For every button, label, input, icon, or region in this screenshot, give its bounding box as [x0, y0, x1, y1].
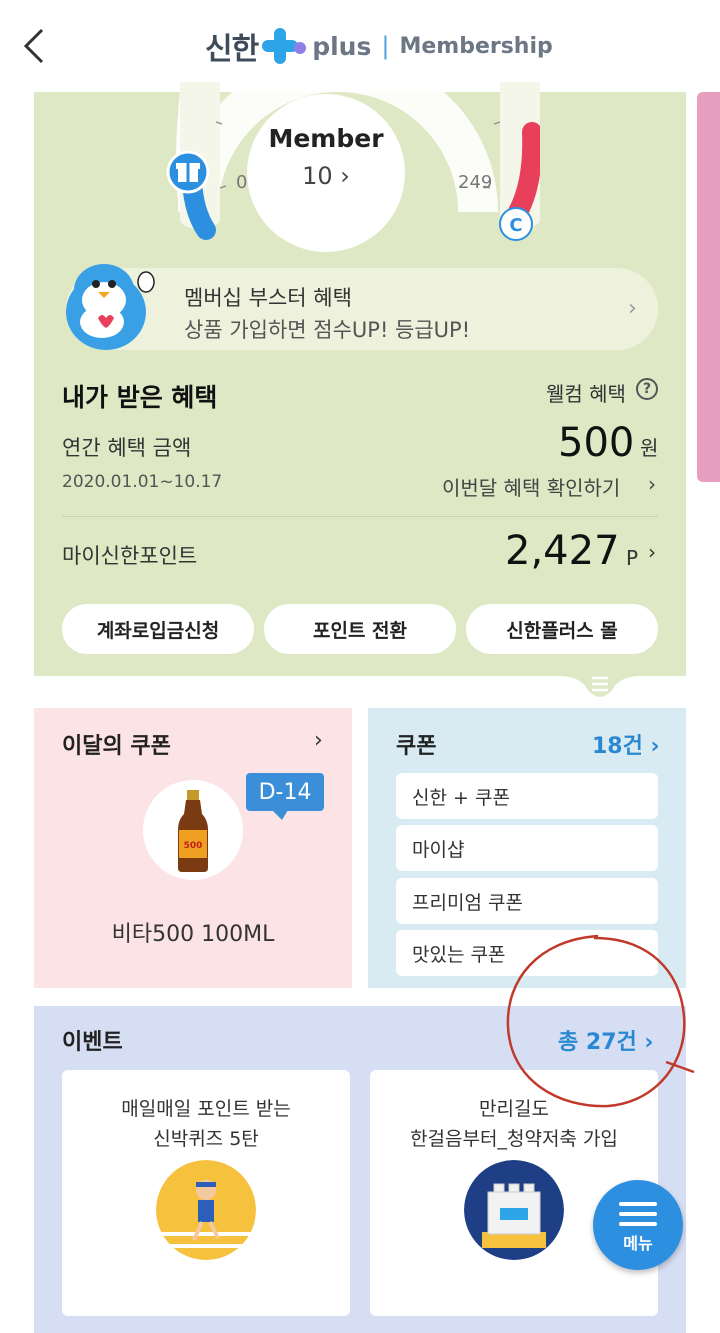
penguin-mascot-icon — [66, 264, 155, 350]
hamburger-icon — [619, 1202, 657, 1232]
annual-benefit-unit: 원 — [640, 436, 659, 460]
deposit-request-button[interactable]: 계좌로입금신청 — [62, 604, 254, 654]
event-card-text: 매일매일 포인트 받는 신박퀴즈 5탄 — [62, 1094, 350, 1154]
booster-title: 멤버십 부스터 혜택 — [184, 286, 352, 310]
plus-logo-icon — [262, 28, 307, 64]
benefit-date-range: 2020.01.01~10.17 — [62, 472, 223, 492]
brand-divider: | — [381, 32, 390, 60]
point-unit: P — [626, 546, 639, 570]
badge-tail — [272, 810, 288, 820]
side-banner-peek[interactable] — [697, 92, 720, 482]
welcome-benefit-link[interactable]: 웰컴 혜택 — [546, 378, 626, 407]
annual-benefit-label: 연간 혜택 금액 — [62, 436, 192, 460]
point-label: 마이신한포인트 — [62, 544, 198, 568]
coupon-item[interactable]: 맛있는 쿠폰 — [396, 930, 658, 976]
event-count-link[interactable]: 총 27건 › — [558, 1024, 653, 1056]
gauge-min-label: 0 — [236, 172, 248, 193]
annual-benefit-value: 500 — [558, 420, 635, 466]
month-coupon-title: 이달의 쿠폰 — [62, 734, 171, 759]
brand-logo: 신한 plus | Membership — [205, 24, 553, 68]
savings-block-icon — [464, 1160, 564, 1260]
help-icon[interactable]: ? — [636, 378, 658, 400]
event-card-text: 만리길도 한걸음부터_청약저축 가입 — [370, 1094, 658, 1154]
coupon-count-link[interactable]: 18건 › — [592, 728, 660, 760]
vita500-bottle-icon: 500 — [178, 790, 208, 872]
quiz-runner-icon — [156, 1160, 256, 1260]
back-arrow-icon[interactable] — [18, 26, 54, 66]
svg-text:C: C — [509, 215, 522, 236]
chevron-right-icon[interactable]: › — [628, 296, 637, 321]
menu-label: 메뉴 — [623, 1234, 653, 1253]
d-day-badge: D-14 — [246, 773, 324, 811]
shinhan-plus-mall-button[interactable]: 신한플러스 몰 — [466, 604, 658, 654]
coupon-item[interactable]: 신한 + 쿠폰 — [396, 773, 658, 819]
brand-name: 신한 — [205, 32, 259, 67]
booster-subtitle: 상품 가입하면 점수UP! 등급UP! — [184, 318, 471, 342]
grade-c-icon: C — [499, 207, 533, 241]
divider — [62, 516, 658, 517]
month-benefit-link[interactable]: 이번달 혜택 확인하기 — [442, 472, 620, 501]
event-card-line: 신박퀴즈 5탄 — [153, 1128, 259, 1150]
coupon-item[interactable]: 마이샵 — [396, 825, 658, 871]
event-title: 이벤트 — [62, 1030, 123, 1055]
svg-text:500: 500 — [184, 841, 203, 851]
brand-membership: Membership — [399, 33, 553, 59]
menu-button[interactable]: 메뉴 — [593, 1180, 683, 1270]
grade-name: Member — [268, 124, 384, 153]
event-card-line: 만리길도 — [479, 1098, 549, 1120]
event-card-line: 매일매일 포인트 받는 — [121, 1098, 291, 1120]
coupon-item[interactable]: 프리미엄 쿠폰 — [396, 878, 658, 924]
gauge-max-label: 249 — [458, 172, 493, 193]
grade-score[interactable]: 10 › — [247, 162, 405, 190]
benefits-title: 내가 받은 혜택 — [62, 383, 218, 412]
coupon-title: 쿠폰 — [396, 734, 437, 759]
event-card-line: 한걸음부터_청약저축 가입 — [410, 1128, 618, 1150]
chevron-right-icon[interactable]: › — [648, 540, 656, 564]
gift-icon — [166, 150, 210, 194]
point-value[interactable]: 2,427 — [505, 528, 620, 574]
brand-plus: plus — [312, 31, 372, 61]
expand-handle-icon[interactable] — [560, 660, 640, 704]
chevron-right-icon[interactable]: › — [314, 728, 323, 753]
point-convert-button[interactable]: 포인트 전환 — [264, 604, 456, 654]
chevron-right-icon[interactable]: › — [648, 472, 656, 496]
month-coupon-product: 비타500 100ML — [111, 922, 275, 947]
